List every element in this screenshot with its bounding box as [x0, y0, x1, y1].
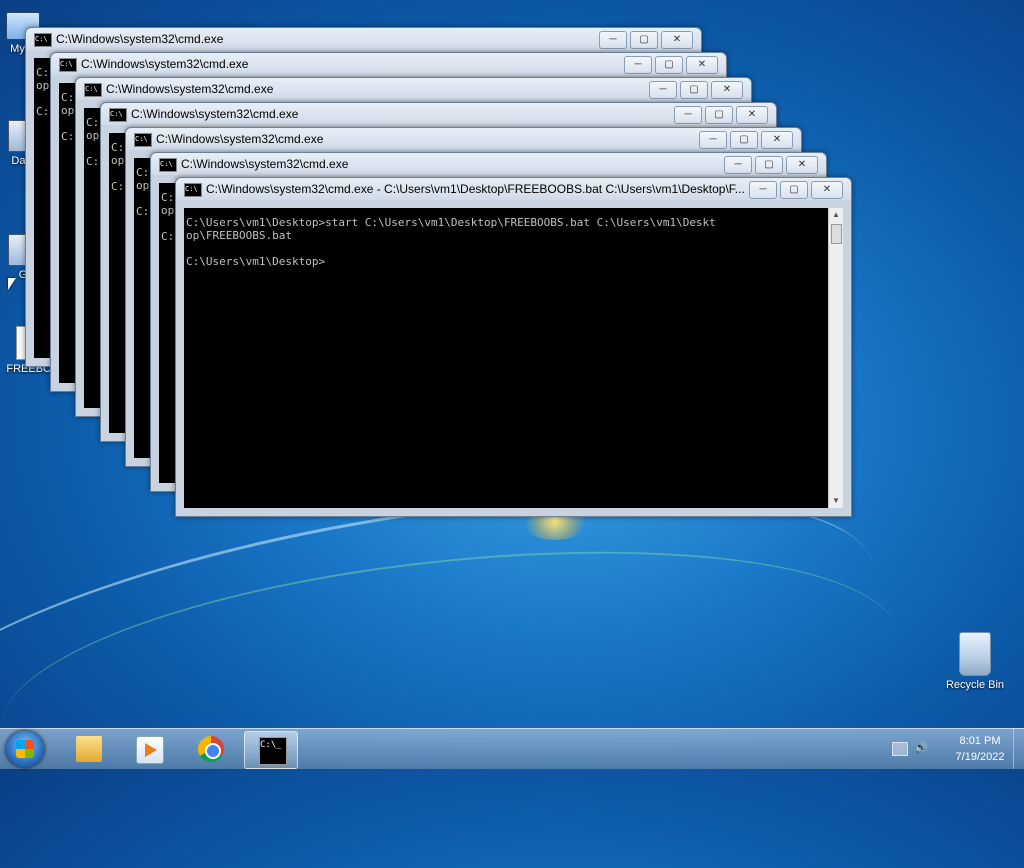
- close-button[interactable]: ✕: [786, 156, 818, 174]
- title-bar[interactable]: C:\ C:\Windows\system32\cmd.exe ─ ▢ ✕: [51, 53, 726, 75]
- cmd-icon: C:\: [59, 58, 77, 72]
- title-bar[interactable]: C:\ C:\Windows\system32\cmd.exe ─ ▢ ✕: [126, 128, 801, 150]
- folder-icon: [76, 736, 102, 762]
- network-icon[interactable]: [892, 742, 908, 756]
- maximize-button[interactable]: ▢: [680, 81, 708, 99]
- cmd-icon: C:\_: [259, 737, 287, 765]
- clock-time: 8:01 PM: [959, 735, 1001, 747]
- cmd-icon: C:\: [84, 83, 102, 97]
- windows-logo-icon: [16, 740, 34, 758]
- title-bar[interactable]: C:\ C:\Windows\system32\cmd.exe ─ ▢ ✕: [101, 103, 776, 125]
- taskbar: C:\_ 🔊 8:01 PM 7/19/2022: [0, 728, 1024, 769]
- clock-date: 7/19/2022: [955, 751, 1005, 763]
- start-button[interactable]: [6, 731, 44, 767]
- maximize-button[interactable]: ▢: [780, 181, 808, 199]
- close-button[interactable]: ✕: [661, 31, 693, 49]
- media-player-icon: [136, 736, 164, 764]
- cmd-icon: C:\: [184, 183, 202, 197]
- clock[interactable]: 8:01 PM 7/19/2022: [944, 733, 1016, 765]
- console-area[interactable]: C:\Users\vm1\Desktop>start C:\Users\vm1\…: [184, 208, 843, 508]
- maximize-button[interactable]: ▢: [655, 56, 683, 74]
- desktop-icon-recycle-bin[interactable]: Recycle Bin: [940, 632, 1010, 691]
- title-bar[interactable]: C:\ C:\Windows\system32\cmd.exe ─ ▢ ✕: [26, 28, 701, 50]
- window-title: C:\Windows\system32\cmd.exe: [156, 132, 324, 146]
- maximize-button[interactable]: ▢: [705, 106, 733, 124]
- taskbar-item-chrome[interactable]: [184, 731, 236, 767]
- recycle-bin-icon: [959, 632, 991, 676]
- maximize-button[interactable]: ▢: [630, 31, 658, 49]
- window-title: C:\Windows\system32\cmd.exe: [181, 157, 349, 171]
- window-title: C:\Windows\system32\cmd.exe: [131, 107, 299, 121]
- scroll-down-icon[interactable]: ▼: [829, 494, 843, 508]
- chrome-icon: [198, 736, 224, 762]
- mouse-cursor-icon: [8, 278, 16, 290]
- window-title: C:\Windows\system32\cmd.exe: [106, 82, 274, 96]
- vertical-scrollbar[interactable]: ▲ ▼: [828, 208, 843, 508]
- taskbar-item-media-player[interactable]: [122, 731, 174, 767]
- taskbar-item-explorer[interactable]: [62, 731, 114, 767]
- scroll-up-icon[interactable]: ▲: [829, 208, 843, 222]
- minimize-button[interactable]: ─: [699, 131, 727, 149]
- minimize-button[interactable]: ─: [674, 106, 702, 124]
- system-tray: 🔊 8:01 PM 7/19/2022: [884, 729, 1024, 769]
- minimize-button[interactable]: ─: [624, 56, 652, 74]
- title-bar[interactable]: C:\ C:\Windows\system32\cmd.exe - C:\Use…: [176, 178, 851, 200]
- window-title: C:\Windows\system32\cmd.exe: [81, 57, 249, 71]
- minimize-button[interactable]: ─: [724, 156, 752, 174]
- volume-icon[interactable]: 🔊: [914, 741, 928, 755]
- title-bar[interactable]: C:\ C:\Windows\system32\cmd.exe ─ ▢ ✕: [76, 78, 751, 100]
- window-title: C:\Windows\system32\cmd.exe: [56, 32, 224, 46]
- minimize-button[interactable]: ─: [749, 181, 777, 199]
- window-title: C:\Windows\system32\cmd.exe - C:\Users\v…: [206, 182, 745, 196]
- close-button[interactable]: ✕: [736, 106, 768, 124]
- minimize-button[interactable]: ─: [649, 81, 677, 99]
- scrollbar-thumb[interactable]: [831, 224, 842, 244]
- close-button[interactable]: ✕: [811, 181, 843, 199]
- show-desktop-button[interactable]: [1013, 729, 1024, 769]
- close-button[interactable]: ✕: [686, 56, 718, 74]
- console-text: C:\Users\vm1\Desktop>start C:\Users\vm1\…: [186, 216, 716, 268]
- maximize-button[interactable]: ▢: [730, 131, 758, 149]
- desktop-icon-label: Recycle Bin: [945, 679, 1005, 691]
- cmd-window-active[interactable]: C:\ C:\Windows\system32\cmd.exe - C:\Use…: [175, 177, 852, 517]
- taskbar-item-cmd[interactable]: C:\_: [244, 731, 298, 769]
- cmd-icon: C:\: [134, 133, 152, 147]
- maximize-button[interactable]: ▢: [755, 156, 783, 174]
- title-bar[interactable]: C:\ C:\Windows\system32\cmd.exe ─ ▢ ✕: [151, 153, 826, 175]
- minimize-button[interactable]: ─: [599, 31, 627, 49]
- close-button[interactable]: ✕: [711, 81, 743, 99]
- close-button[interactable]: ✕: [761, 131, 793, 149]
- cmd-icon: C:\: [34, 33, 52, 47]
- cmd-icon: C:\: [159, 158, 177, 172]
- cmd-icon: C:\: [109, 108, 127, 122]
